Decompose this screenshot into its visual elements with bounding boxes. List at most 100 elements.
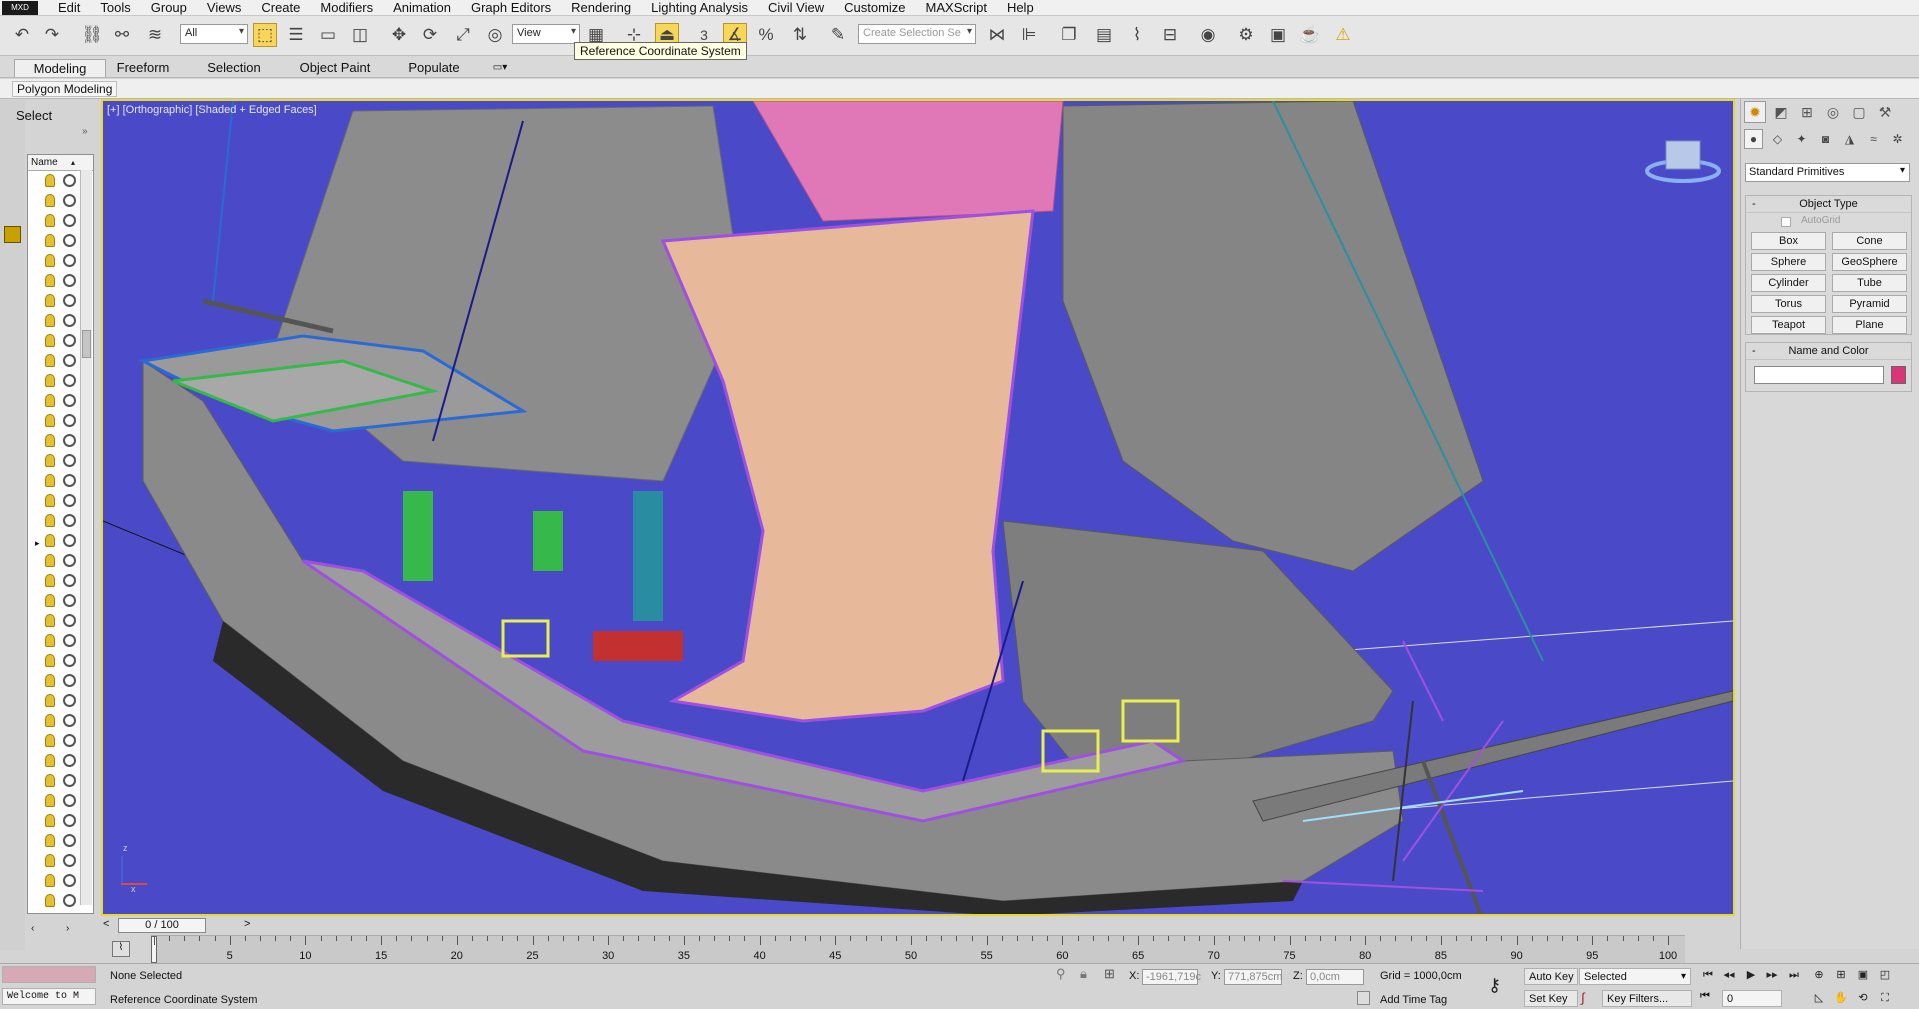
light-bulb-icon[interactable] — [45, 454, 55, 467]
place-icon[interactable]: ◎ — [483, 23, 507, 47]
key-mode-dropdown[interactable]: Selected ▾ — [1579, 968, 1691, 985]
torus-button[interactable]: Torus — [1751, 295, 1826, 313]
scroll-left-icon[interactable]: ‹ — [31, 923, 34, 934]
menu-animation[interactable]: Animation — [383, 0, 461, 16]
light-bulb-icon[interactable] — [45, 654, 55, 667]
link-icon[interactable]: ⛓ — [80, 23, 104, 47]
menu-modifiers[interactable]: Modifiers — [310, 0, 383, 16]
sphere-button[interactable]: Sphere — [1751, 253, 1826, 271]
toggle-ribbon-icon[interactable]: ▤ — [1092, 23, 1116, 47]
light-bulb-icon[interactable] — [45, 754, 55, 767]
light-bulb-icon[interactable] — [45, 274, 55, 287]
pyramid-button[interactable]: Pyramid — [1832, 295, 1907, 313]
goto-end-icon[interactable]: ⏭ — [1786, 967, 1802, 983]
named-selection-dropdown[interactable]: Create Selection Se ▾ — [858, 24, 976, 44]
light-bulb-icon[interactable] — [45, 894, 55, 907]
freeze-icon[interactable] — [63, 674, 76, 687]
light-bulb-icon[interactable] — [45, 414, 55, 427]
tube-button[interactable]: Tube — [1832, 274, 1907, 292]
select-object-icon[interactable]: ⬚ — [253, 23, 277, 47]
add-time-tag[interactable]: Add Time Tag — [1376, 992, 1476, 1009]
freeze-icon[interactable] — [63, 554, 76, 567]
cameras-icon[interactable]: ◙ — [1816, 129, 1835, 149]
tab-populate[interactable]: Populate — [398, 59, 470, 77]
light-bulb-icon[interactable] — [45, 694, 55, 707]
percent-snap-icon[interactable]: % — [754, 23, 778, 47]
set-key-button[interactable]: Set Key — [1524, 990, 1578, 1007]
tab-freeform[interactable]: Freeform — [108, 59, 178, 77]
modify-tab-icon[interactable]: ◩ — [1770, 101, 1792, 123]
light-bulb-icon[interactable] — [45, 174, 55, 187]
spinner-snap-icon[interactable]: ⇅ — [788, 23, 812, 47]
reference-coordinate-dropdown[interactable]: View ▾ — [512, 24, 580, 44]
freeze-icon[interactable] — [63, 494, 76, 507]
selection-filter-dropdown[interactable]: All ▾ — [180, 24, 248, 44]
freeze-icon[interactable] — [63, 774, 76, 787]
freeze-icon[interactable] — [63, 214, 76, 227]
menu-help[interactable]: Help — [997, 0, 1044, 16]
default-tangent-icon[interactable]: ∫ — [1581, 990, 1595, 1006]
expand-arrow-icon[interactable]: ▸ — [35, 538, 40, 549]
menu-lighting-analysis[interactable]: Lighting Analysis — [641, 0, 758, 16]
freeze-icon[interactable] — [63, 654, 76, 667]
light-bulb-icon[interactable] — [45, 734, 55, 747]
cone-button[interactable]: Cone — [1832, 232, 1907, 250]
pan-view-icon[interactable]: ✋ — [1833, 990, 1849, 1006]
scroll-right-icon[interactable]: › — [66, 923, 69, 934]
maxscript-mini-listener[interactable]: Welcome to M — [2, 988, 96, 1005]
light-bulb-icon[interactable] — [45, 374, 55, 387]
light-bulb-icon[interactable] — [45, 714, 55, 727]
shapes-icon[interactable]: ◇ — [1768, 129, 1787, 149]
geometry-icon[interactable]: ● — [1744, 129, 1763, 149]
key-icon[interactable]: ⚷ — [1488, 975, 1501, 996]
systems-icon[interactable]: ✲ — [1888, 129, 1907, 149]
expand-chevron-icon[interactable]: » — [82, 126, 88, 137]
select-by-name-icon[interactable]: ☰ — [284, 23, 308, 47]
z-coord-field[interactable]: 0,0cm — [1306, 969, 1364, 985]
viewport-label[interactable]: [+] [Orthographic] [Shaded + Edged Faces… — [107, 104, 317, 116]
freeze-icon[interactable] — [63, 814, 76, 827]
freeze-icon[interactable] — [63, 834, 76, 847]
light-bulb-icon[interactable] — [45, 214, 55, 227]
play-icon[interactable]: ▶ — [1743, 967, 1759, 983]
light-bulb-icon[interactable] — [45, 774, 55, 787]
tab-polygon-modeling[interactable]: Polygon Modeling — [12, 81, 118, 97]
freeze-icon[interactable] — [63, 374, 76, 387]
light-bulb-icon[interactable] — [45, 514, 55, 527]
mirror-icon[interactable]: ⋈ — [985, 23, 1009, 47]
tab-modeling[interactable]: Modeling — [14, 59, 106, 77]
freeze-icon[interactable] — [63, 714, 76, 727]
freeze-icon[interactable] — [63, 694, 76, 707]
align-icon[interactable]: ⊫ — [1017, 23, 1041, 47]
auto-key-button[interactable]: Auto Key — [1524, 968, 1578, 985]
orbit-icon[interactable]: ⟲ — [1855, 990, 1871, 1006]
menu-tools[interactable]: Tools — [90, 0, 140, 16]
light-bulb-icon[interactable] — [45, 874, 55, 887]
freeze-icon[interactable] — [63, 574, 76, 587]
y-coord-field[interactable]: 771,875cm — [1224, 969, 1282, 985]
menu-maxscript[interactable]: MAXScript — [916, 0, 997, 16]
light-bulb-icon[interactable] — [45, 834, 55, 847]
menu-customize[interactable]: Customize — [834, 0, 915, 16]
light-bulb-icon[interactable] — [45, 594, 55, 607]
create-tab-icon[interactable]: ✹ — [1744, 101, 1766, 123]
menu-group[interactable]: Group — [141, 0, 197, 16]
freeze-icon[interactable] — [63, 194, 76, 207]
motion-tab-icon[interactable]: ◎ — [1822, 101, 1844, 123]
object-name-field[interactable] — [1754, 366, 1884, 384]
next-key-icon[interactable]: ▸▸ — [1764, 967, 1780, 983]
render-setup-icon[interactable]: ⚙ — [1234, 23, 1258, 47]
light-bulb-icon[interactable] — [45, 534, 55, 547]
helpers-icon[interactable]: ◮ — [1840, 129, 1859, 149]
autogrid-checkbox[interactable]: AutoGrid — [1746, 213, 1911, 230]
viewport-orthographic[interactable]: z x — [101, 99, 1735, 916]
key-mode-toggle-icon[interactable]: ⏮ — [1700, 990, 1710, 1003]
freeze-icon[interactable] — [63, 454, 76, 467]
move-icon[interactable]: ✥ — [387, 23, 411, 47]
rotate-icon[interactable]: ⟳ — [418, 23, 442, 47]
maximize-viewport-icon[interactable]: ⛶ — [1877, 990, 1893, 1006]
zoom-extents-icon[interactable]: ▣ — [1855, 967, 1871, 983]
light-bulb-icon[interactable] — [45, 494, 55, 507]
freeze-icon[interactable] — [63, 254, 76, 267]
zoom-extents-all-icon[interactable]: ◰ — [1877, 967, 1893, 983]
